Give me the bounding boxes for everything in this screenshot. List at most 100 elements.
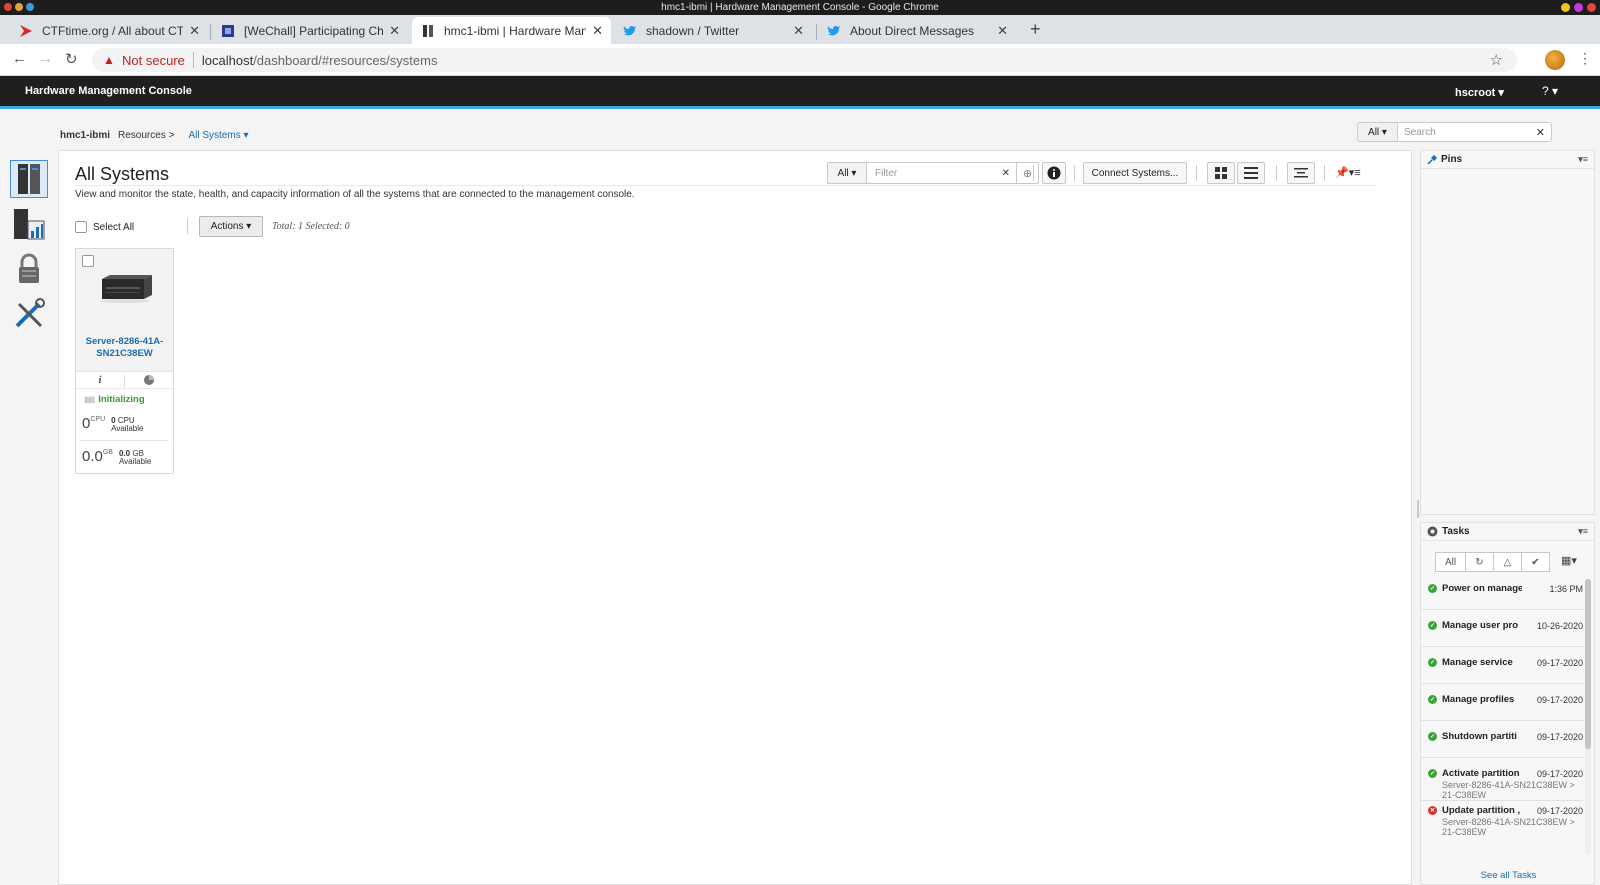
browser-menu-icon[interactable]: ⋮ xyxy=(1578,50,1592,67)
task-filter-group: All ↻ △ ✔ xyxy=(1435,552,1550,572)
list-item[interactable]: ✕ Update partition , 09-17-2020 Server-828… xyxy=(1428,805,1583,837)
select-all-checkbox[interactable] xyxy=(75,221,87,233)
list-item[interactable]: ✓ Shutdown partiti 09-17-2020 xyxy=(1428,731,1583,742)
nav-security-lock-icon[interactable] xyxy=(10,250,48,288)
window-title: hmc1-ibmi | Hardware Management Console … xyxy=(661,2,939,13)
task-scrollbar[interactable] xyxy=(1585,579,1591,855)
settings-sliders-icon xyxy=(1294,168,1308,178)
hmc-server-icon xyxy=(420,23,436,39)
global-search: All ▾ Search ✕ xyxy=(1357,122,1552,142)
filter-placeholder: Filter xyxy=(875,167,898,179)
tile-view-button[interactable] xyxy=(1207,162,1235,184)
info-icon xyxy=(1047,166,1061,180)
system-name-link[interactable]: Server-8286-41A-SN21C38EW xyxy=(78,336,171,360)
pin-menu-icon[interactable]: 📌▾≡ xyxy=(1335,166,1361,179)
tab-hmc[interactable]: hmc1-ibmi | Hardware Mana ✕ xyxy=(412,17,611,44)
actions-button[interactable]: Actions ▾ xyxy=(199,216,263,237)
nav-service-tools-icon[interactable] xyxy=(10,295,48,333)
select-all[interactable]: Select All xyxy=(75,221,134,233)
close-icon[interactable]: ✕ xyxy=(997,23,1008,39)
address-bar[interactable]: ▲ Not secure localhost/dashboard/#resour… xyxy=(92,48,1517,72)
task-filter-completed-icon[interactable]: ✔ xyxy=(1521,552,1550,572)
clear-search-icon[interactable]: ✕ xyxy=(1536,126,1545,139)
info-button[interactable] xyxy=(1042,162,1066,184)
list-item[interactable]: ✓ Manage service 09-17-2020 xyxy=(1428,657,1583,668)
list-item[interactable]: ✓ Manage user pro 10-26-2020 xyxy=(1428,620,1583,631)
tab-twitter[interactable]: shadown / Twitter ✕ xyxy=(614,17,812,44)
pins-menu-icon[interactable]: ▾≡ xyxy=(1578,154,1588,165)
filter-scope-dropdown[interactable]: All ▾ xyxy=(827,162,867,184)
profile-avatar[interactable] xyxy=(1545,50,1565,70)
filter-input[interactable]: Filter ✕ xyxy=(867,162,1017,184)
reload-icon[interactable]: ↻ xyxy=(65,50,78,68)
tab-wechall[interactable]: [WeChall] Participating Challe ✕ xyxy=(212,17,408,44)
list-item[interactable]: ✓ Manage profiles 09-17-2020 xyxy=(1428,694,1583,705)
tab-label: hmc1-ibmi | Hardware Mana xyxy=(444,23,587,38)
clear-filter-icon[interactable]: ✕ xyxy=(1002,168,1010,179)
close-icon[interactable]: ✕ xyxy=(189,23,200,39)
connect-systems-button[interactable]: Connect Systems... xyxy=(1083,162,1187,184)
column-settings-button[interactable] xyxy=(1287,162,1315,184)
minimize-window-icon[interactable] xyxy=(15,3,23,11)
breadcrumb-host[interactable]: hmc1-ibmi xyxy=(60,130,110,141)
state-label: Initializing xyxy=(98,394,145,405)
ctftime-flag-icon xyxy=(18,23,34,39)
task-list: ✓ Power on manage 1:36 PM ✓ Manage user pro… xyxy=(1421,579,1583,855)
system-card[interactable]: Server-8286-41A-SN21C38EW i ▮▮▮ Initiali… xyxy=(75,248,174,474)
error-status-icon: ✕ xyxy=(1428,806,1437,815)
task-filter-running-icon[interactable]: ↻ xyxy=(1465,552,1494,572)
browser-tab-strip: CTFtime.org / All about CTF (C ✕ [WeChal… xyxy=(0,15,1600,44)
filter-group: All ▾ Filter ✕ ⊕ xyxy=(827,162,1039,184)
help-menu-icon[interactable]: ? ▾ xyxy=(1542,84,1558,98)
search-scope-dropdown[interactable]: All ▾ xyxy=(1357,122,1398,142)
success-status-icon: ✓ xyxy=(1428,695,1437,704)
add-filter-icon[interactable]: ⊕ xyxy=(1017,162,1039,184)
nav-performance-icon[interactable] xyxy=(10,205,48,243)
back-arrow-icon[interactable]: ← xyxy=(12,50,27,67)
see-all-tasks-link[interactable]: See all Tasks xyxy=(1421,870,1596,881)
select-all-label: Select All xyxy=(93,221,135,233)
list-item[interactable]: ✓ Activate partition 09-17-2020 Server-828… xyxy=(1428,768,1583,800)
main-panel: All Systems View and monitor the state, … xyxy=(58,150,1412,885)
new-tab-plus-icon[interactable]: + xyxy=(1030,19,1041,40)
gear-icon xyxy=(1427,526,1438,537)
close-icon[interactable]: ✕ xyxy=(592,23,603,39)
hmc-banner: Hardware Management Console hscroot ▾ ? … xyxy=(0,76,1600,109)
cpu-metric: 0 CPU 0 CPU Available xyxy=(82,415,144,433)
task-filter-warning-icon[interactable]: △ xyxy=(1493,552,1522,572)
security-indicator[interactable]: Not secure xyxy=(122,53,185,68)
tab-direct-messages[interactable]: About Direct Messages ✕ xyxy=(818,17,1016,44)
breadcrumb: hmc1-ibmi Resources > All Systems ▾ xyxy=(60,130,248,141)
breadcrumb-resources[interactable]: Resources > xyxy=(118,130,174,141)
task-columns-icon[interactable]: ▦▾ xyxy=(1561,554,1577,567)
memory-metric: 0.0 GB 0.0 GB Available xyxy=(82,448,152,466)
success-status-icon: ✓ xyxy=(1428,769,1437,778)
system-info-icon[interactable]: i xyxy=(76,372,124,388)
tab-ctftime[interactable]: CTFtime.org / All about CTF (C ✕ xyxy=(10,17,208,44)
task-filter-all[interactable]: All xyxy=(1435,552,1466,572)
grid-view-icon xyxy=(1215,167,1227,179)
bookmark-star-icon[interactable]: ☆ xyxy=(1490,51,1503,69)
close-window-icon[interactable] xyxy=(4,3,12,11)
search-input[interactable]: Search ✕ xyxy=(1398,122,1552,142)
close-icon[interactable]: ✕ xyxy=(389,23,400,39)
success-status-icon: ✓ xyxy=(1428,732,1437,741)
window-controls-left[interactable] xyxy=(4,3,34,11)
close-icon[interactable]: ✕ xyxy=(793,23,804,39)
tasks-menu-icon[interactable]: ▾≡ xyxy=(1578,526,1588,537)
forward-arrow-icon[interactable]: → xyxy=(38,50,53,67)
list-view-icon xyxy=(1244,167,1258,179)
panel-splitter[interactable] xyxy=(1417,500,1419,518)
system-select-checkbox[interactable] xyxy=(82,255,94,267)
maximize-window-icon[interactable] xyxy=(26,3,34,11)
breadcrumb-current[interactable]: All Systems ▾ xyxy=(188,130,248,141)
tab-label: CTFtime.org / All about CTF (C xyxy=(42,23,184,38)
nav-resources-icon[interactable] xyxy=(10,160,48,198)
list-view-button[interactable] xyxy=(1237,162,1265,184)
user-menu[interactable]: hscroot ▾ xyxy=(1455,86,1504,99)
tasks-panel: Tasks ▾≡ All ↻ △ ✔ ▦▾ ✓ Power on manage 1:… xyxy=(1420,522,1595,885)
system-graph-icon[interactable] xyxy=(125,372,173,388)
url-host: localhost xyxy=(201,52,254,68)
pins-panel: Pins ▾≡ xyxy=(1420,150,1595,515)
list-item[interactable]: ✓ Power on manage 1:36 PM xyxy=(1428,583,1583,594)
